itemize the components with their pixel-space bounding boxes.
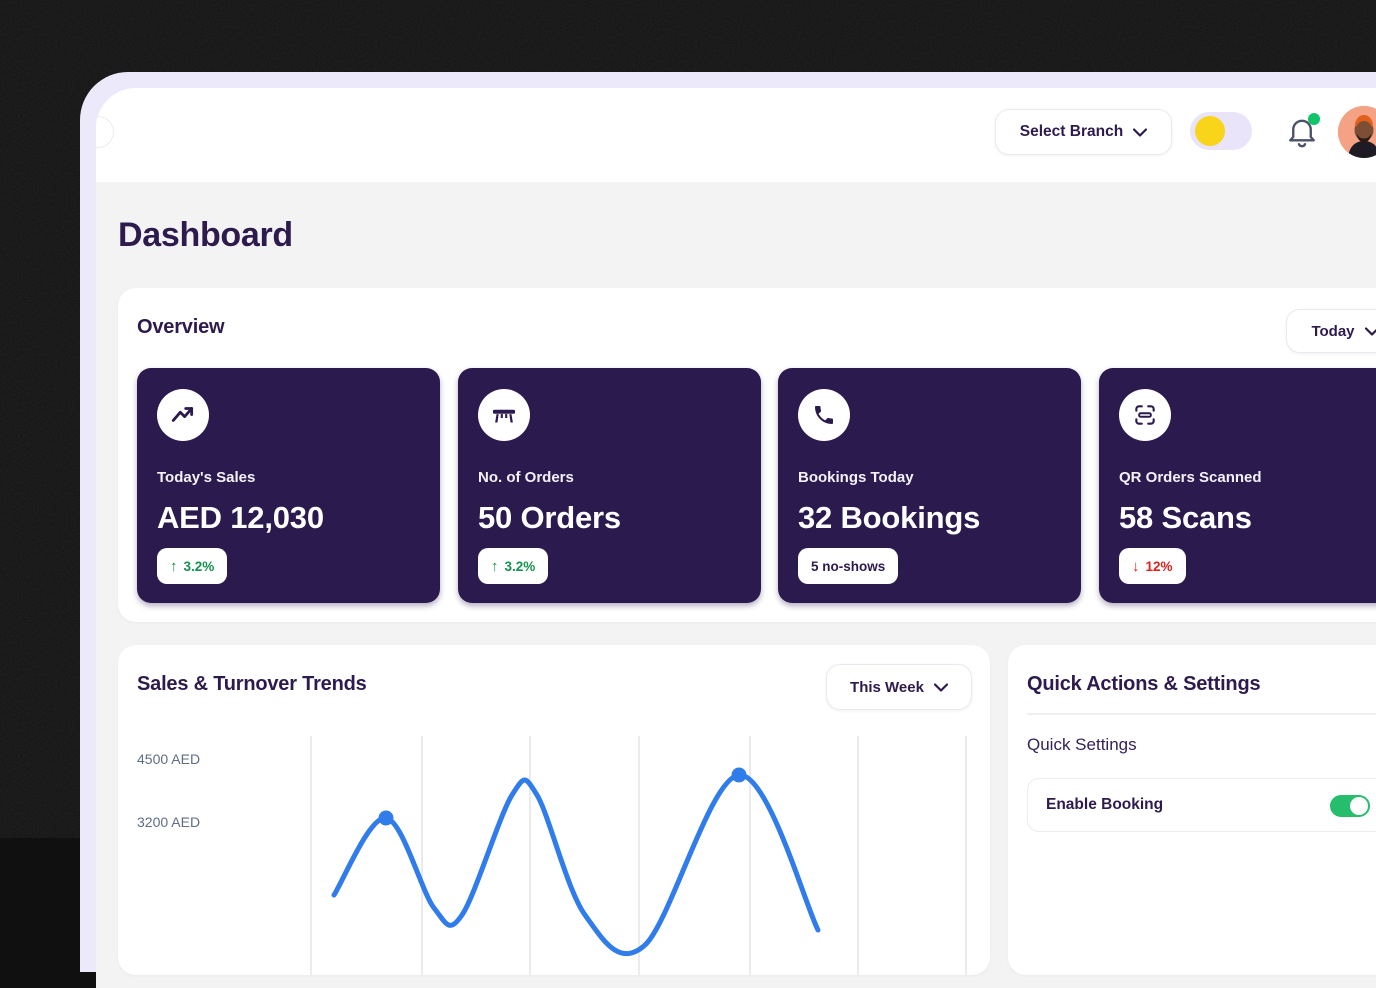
page-title: Dashboard: [118, 216, 293, 255]
theme-toggle-sun-knob: [1195, 116, 1225, 146]
quick-actions-title: Quick Actions & Settings: [1027, 673, 1260, 696]
stat-value: AED 12,030: [157, 500, 324, 536]
up-arrow-icon: ↑: [491, 558, 499, 575]
stat-value: 50 Orders: [478, 500, 621, 536]
enable-booking-toggle[interactable]: [1330, 795, 1370, 817]
stat-card-bookings[interactable]: Bookings Today 32 Bookings 5 no-shows: [778, 368, 1081, 603]
stat-icon-circle: [798, 389, 850, 441]
app-window: Select Branch Dashboard: [96, 88, 1376, 988]
sales-trends-panel: Sales & Turnover Trends This Week 4500 A…: [118, 645, 990, 975]
stat-badge: 5 no-shows: [798, 548, 898, 584]
overview-period-label: Today: [1311, 323, 1354, 340]
sidebar-collapse-handle[interactable]: [96, 116, 114, 148]
setting-row-enable-booking: Enable Booking: [1027, 778, 1376, 832]
overview-period-dropdown[interactable]: Today: [1286, 309, 1376, 353]
stat-card-qr-scans[interactable]: QR Orders Scanned 58 Scans ↓ 12%: [1099, 368, 1376, 603]
top-bar: Select Branch: [96, 88, 1376, 182]
stat-badge: ↓ 12%: [1119, 548, 1186, 584]
notifications-button[interactable]: [1287, 115, 1321, 151]
notification-badge-dot: [1308, 113, 1320, 125]
quick-settings-subtitle: Quick Settings: [1027, 735, 1137, 755]
down-arrow-icon: ↓: [1132, 558, 1140, 575]
chevron-down-icon: [1365, 327, 1376, 336]
avatar-illustration: [1338, 106, 1376, 158]
trends-period-dropdown[interactable]: This Week: [826, 664, 972, 710]
trend-up-icon: [170, 402, 196, 428]
stat-value: 32 Bookings: [798, 500, 980, 536]
branch-selector-dropdown[interactable]: Select Branch: [995, 109, 1172, 155]
stat-label: Today's Sales: [157, 469, 255, 486]
overview-title: Overview: [137, 316, 224, 339]
stat-label: Bookings Today: [798, 469, 914, 486]
y-axis-tick: 3200 AED: [137, 814, 200, 830]
stat-badge: ↑ 3.2%: [157, 548, 227, 584]
divider: [1027, 713, 1376, 715]
phone-icon: [812, 403, 836, 427]
stat-card-todays-sales[interactable]: Today's Sales AED 12,030 ↑ 3.2%: [137, 368, 440, 603]
stat-card-orders[interactable]: No. of Orders 50 Orders ↑ 3.2%: [458, 368, 761, 603]
overview-panel: Overview Today Today's Sales AED 12,030 …: [118, 288, 1376, 622]
stat-badge-text: 3.2%: [184, 559, 215, 574]
stat-icon-circle: [1119, 389, 1171, 441]
stat-badge-text: 3.2%: [505, 559, 536, 574]
stat-icon-circle: [157, 389, 209, 441]
table-icon: [490, 401, 518, 429]
stat-icon-circle: [478, 389, 530, 441]
y-axis-tick: 4500 AED: [137, 751, 200, 767]
toggle-knob: [1350, 797, 1368, 815]
stat-label: No. of Orders: [478, 469, 574, 486]
stat-value: 58 Scans: [1119, 500, 1252, 536]
stat-badge-text: 5 no-shows: [811, 559, 885, 574]
qr-scan-icon: [1132, 402, 1158, 428]
user-avatar[interactable]: [1338, 106, 1376, 158]
branch-selector-label: Select Branch: [1020, 123, 1123, 141]
trends-title: Sales & Turnover Trends: [137, 673, 367, 696]
stat-badge: ↑ 3.2%: [478, 548, 548, 584]
chevron-down-icon: [1133, 128, 1147, 137]
stat-label: QR Orders Scanned: [1119, 469, 1262, 486]
up-arrow-icon: ↑: [170, 558, 178, 575]
trends-period-label: This Week: [850, 679, 924, 696]
quick-actions-panel: Quick Actions & Settings Quick Settings …: [1008, 645, 1376, 975]
setting-label: Enable Booking: [1046, 796, 1163, 814]
stat-badge-text: 12%: [1146, 559, 1173, 574]
theme-toggle[interactable]: [1190, 112, 1252, 150]
chevron-down-icon: [934, 683, 948, 692]
